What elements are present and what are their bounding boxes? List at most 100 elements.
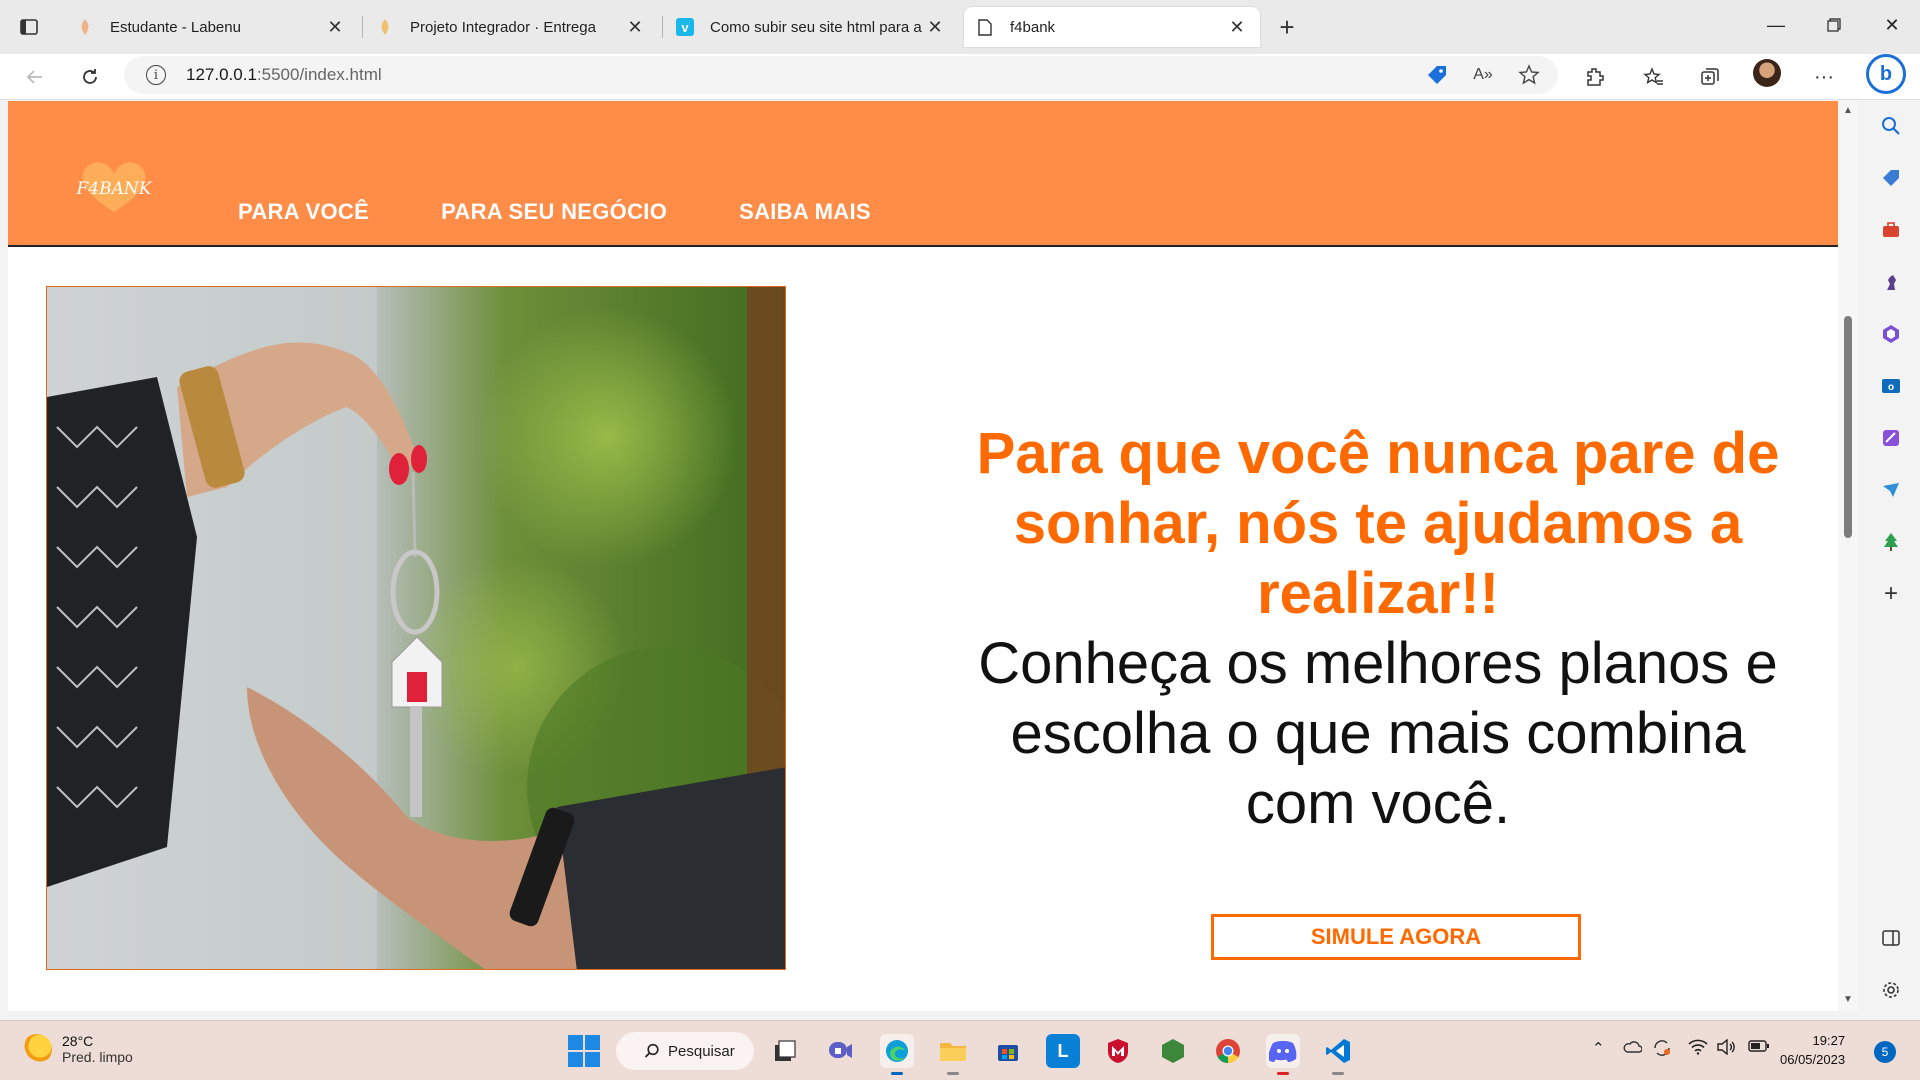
sidebar-add-icon[interactable]: + (1879, 580, 1903, 607)
clock-date: 06/05/2023 (1780, 1052, 1846, 1067)
tab-actions-icon[interactable] (14, 12, 44, 42)
tab-f4bank[interactable]: f4bank ✕ (964, 7, 1260, 47)
onedrive-icon[interactable] (1622, 1039, 1643, 1057)
system-clock[interactable]: 19:27 06/05/2023 (1780, 1031, 1845, 1069)
nodejs-icon[interactable] (1156, 1034, 1190, 1068)
running-indicator (1277, 1072, 1289, 1075)
tab-title: Estudante - Labenu (110, 18, 241, 36)
scroll-down-icon[interactable]: ▼ (1842, 994, 1854, 1006)
sidebar-settings-icon[interactable] (1879, 978, 1903, 1002)
coupon-tag-icon[interactable] (1424, 62, 1450, 88)
bing-copilot-icon[interactable]: b (1866, 54, 1906, 94)
back-icon[interactable] (20, 62, 50, 92)
minimize-icon[interactable]: — (1756, 10, 1796, 40)
tab-separator (362, 16, 363, 38)
sidebar-send-icon[interactable] (1879, 478, 1903, 502)
tab-projeto-integrador[interactable]: Projeto Integrador · Entrega ✕ (364, 7, 658, 47)
wifi-icon[interactable] (1688, 1039, 1708, 1059)
nav-para-voce[interactable]: PARA VOCÊ (238, 199, 369, 225)
task-view-icon[interactable] (768, 1034, 802, 1068)
address-bar-row: i 127.0.0.1:5500/index.html A» ··· (0, 54, 1920, 100)
address-input[interactable]: i 127.0.0.1:5500/index.html A» (124, 56, 1558, 94)
f4bank-logo[interactable]: F4BANK (70, 154, 158, 216)
nav-para-seu-negocio[interactable]: PARA SEU NEGÓCIO (441, 199, 667, 225)
vscode-icon[interactable] (1321, 1034, 1355, 1075)
sync-status-icon[interactable] (1652, 1039, 1672, 1061)
sidebar-designer-icon[interactable] (1879, 426, 1903, 450)
sidebar-outlook-icon[interactable]: o (1879, 374, 1903, 398)
discord-icon[interactable] (1266, 1034, 1300, 1075)
hero-subtitle: Conheça os melhores planos e escolha o q… (978, 631, 1778, 836)
projeto-favicon-icon (376, 18, 394, 36)
file-explorer-icon[interactable] (936, 1034, 970, 1075)
site-info-icon[interactable]: i (146, 65, 166, 85)
vimeo-favicon-icon: v (676, 18, 694, 36)
taskbar-search[interactable]: Pesquisar (616, 1032, 754, 1070)
edge-sidebar: o + (1862, 100, 1920, 1020)
show-hidden-icons-icon[interactable]: ⌃ (1592, 1039, 1605, 1057)
close-window-icon[interactable]: ✕ (1872, 10, 1912, 40)
page-scrollbar[interactable]: ▲ ▼ (1838, 101, 1858, 1011)
close-icon[interactable]: ✕ (624, 16, 646, 38)
running-indicator (1332, 1072, 1344, 1075)
sidebar-shopping-icon[interactable] (1879, 166, 1903, 190)
browser-tabstrip: Estudante - Labenu ✕ Projeto Integrador … (0, 0, 1920, 54)
close-icon[interactable]: ✕ (324, 16, 346, 38)
windows-taskbar: 28°C Pred. limpo Pesquisar L ⌃ 19:27 06/… (0, 1020, 1920, 1080)
teams-chat-icon[interactable] (823, 1034, 857, 1068)
running-indicator (947, 1072, 959, 1075)
tab-title: Projeto Integrador · Entrega (410, 18, 596, 36)
url-text: 127.0.0.1:5500/index.html (186, 65, 382, 85)
reload-icon[interactable] (75, 62, 105, 92)
active-indicator (891, 1072, 903, 1075)
profile-avatar[interactable] (1753, 59, 1781, 87)
weather-desc: Pred. limpo (62, 1049, 133, 1065)
new-tab-button[interactable]: + (1272, 12, 1302, 42)
svg-text:o: o (1888, 382, 1894, 393)
collections-icon[interactable] (1695, 62, 1725, 92)
edge-taskbar-icon[interactable] (880, 1034, 914, 1075)
weather-sun-icon (22, 1034, 52, 1064)
close-icon[interactable]: ✕ (1226, 16, 1248, 38)
nav-saiba-mais[interactable]: SAIBA MAIS (739, 199, 871, 225)
tab-title: Como subir seu site html para a (710, 18, 922, 36)
battery-icon[interactable] (1748, 1039, 1770, 1056)
read-aloud-icon[interactable]: A» (1470, 62, 1496, 88)
hero-title: Para que você nunca pare de sonhar, nós … (976, 421, 1780, 626)
scroll-thumb[interactable] (1844, 316, 1852, 538)
volume-icon[interactable] (1716, 1038, 1736, 1059)
l-app-icon[interactable]: L (1046, 1034, 1080, 1068)
labenu-favicon-icon (76, 18, 94, 36)
weather-widget[interactable]: 28°C Pred. limpo (22, 1033, 133, 1065)
tab-title: f4bank (1010, 18, 1056, 36)
simule-agora-button[interactable]: SIMULE AGORA (1211, 914, 1581, 960)
svg-text:v: v (681, 20, 689, 35)
scroll-up-icon[interactable]: ▲ (1842, 105, 1854, 117)
extensions-icon[interactable] (1580, 62, 1610, 92)
hero-image-keys (46, 286, 786, 970)
sidebar-office-icon[interactable] (1879, 322, 1903, 346)
search-label: Pesquisar (668, 1042, 735, 1060)
close-icon[interactable]: ✕ (924, 16, 946, 38)
mcafee-icon[interactable] (1101, 1034, 1135, 1068)
site-header: F4BANK PARA VOCÊ PARA SEU NEGÓCIO SAIBA … (8, 101, 1838, 247)
sidebar-search-icon[interactable] (1879, 114, 1903, 138)
sidebar-games-icon[interactable] (1879, 270, 1903, 294)
sidebar-tree-icon[interactable] (1879, 530, 1903, 554)
tab-labenu[interactable]: Estudante - Labenu ✕ (64, 7, 358, 47)
windows-start-icon[interactable] (568, 1035, 600, 1067)
chrome-icon[interactable] (1211, 1034, 1245, 1068)
favorites-icon[interactable] (1639, 62, 1669, 92)
tab-vimeo[interactable]: v Como subir seu site html para a ✕ (664, 7, 958, 47)
add-favorite-icon[interactable] (1516, 62, 1542, 88)
url-host: 127.0.0.1 (186, 65, 257, 84)
sidebar-tools-icon[interactable] (1879, 218, 1903, 242)
clock-time: 19:27 (1812, 1033, 1846, 1048)
more-options-icon[interactable]: ··· (1809, 62, 1839, 92)
notification-badge[interactable]: 5 (1874, 1041, 1896, 1063)
restore-icon[interactable] (1814, 10, 1854, 40)
search-icon (644, 1043, 659, 1058)
url-path: :5500/index.html (256, 65, 382, 84)
sidebar-split-screen-icon[interactable] (1879, 926, 1903, 950)
ms-store-icon[interactable] (991, 1034, 1025, 1068)
